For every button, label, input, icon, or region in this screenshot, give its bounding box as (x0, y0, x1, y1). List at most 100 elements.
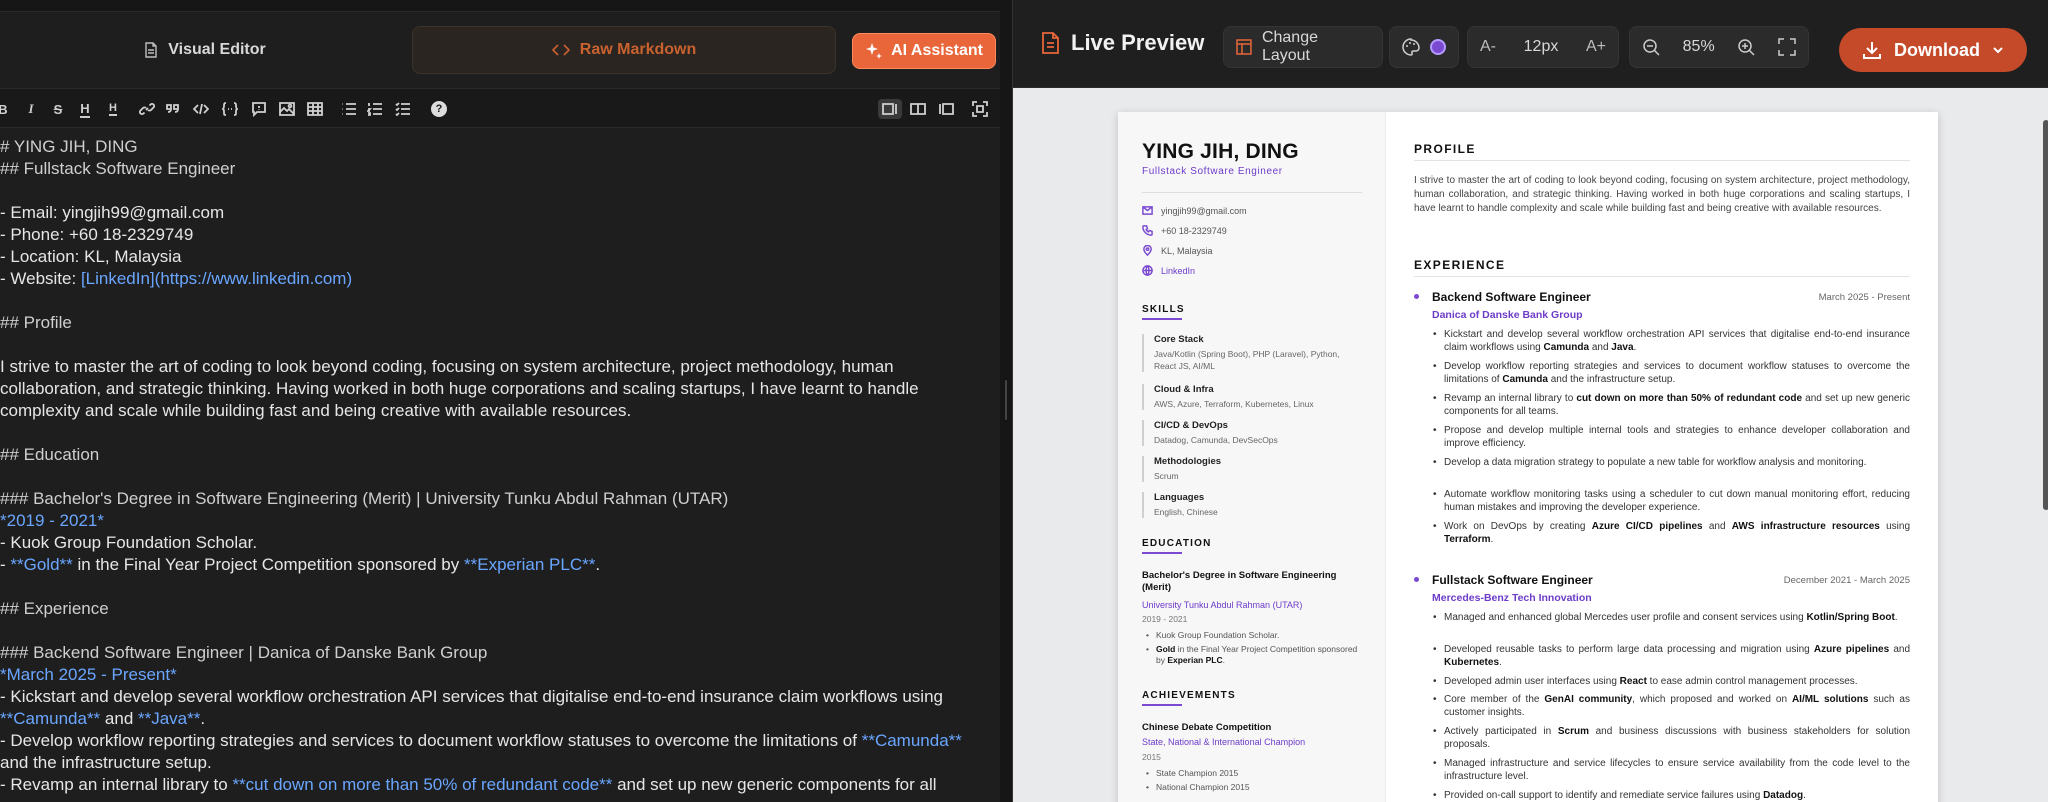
md-line: complexity and scale while building fast… (0, 401, 632, 420)
skill-values: AWS, Azure, Terraform, Kubernetes, Linux (1154, 399, 1314, 409)
skill-values: Java/Kotlin (Spring Boot), PHP (Laravel)… (1154, 349, 1340, 371)
contact-email-text: yingjih99@gmail.com (1161, 205, 1247, 216)
resume-name: YING JIH, DING (1142, 140, 1299, 163)
job-bullet: Core member of the GenAI community, whic… (1433, 693, 1910, 719)
job-company: Mercedes-Benz Tech Innovation (1432, 592, 1592, 604)
md-line: - Kuok Group Foundation Scholar. (0, 533, 258, 552)
font-decrease-button[interactable]: A- (1480, 38, 1496, 56)
code-button[interactable] (192, 99, 210, 119)
achievement-bullet: National Champion 2015 (1146, 782, 1362, 793)
divider (1414, 160, 1910, 161)
edu-bold: Gold (1156, 644, 1176, 654)
bullet-text: Work on DevOps by creating (1444, 521, 1592, 532)
preview-pane: Live Preview Change Layout A- 12px A+ 85… (1012, 0, 2048, 802)
heading-underline (1142, 552, 1182, 554)
link-button[interactable] (138, 99, 156, 119)
quote-button[interactable] (164, 99, 182, 119)
skill-group: Methodologies Scrum (1142, 456, 1362, 482)
md-text: - Revamp an internal library to (0, 775, 233, 794)
edu-text: . (1222, 655, 1225, 665)
bullet-bold: Kotlin/Spring Boot (1806, 612, 1895, 623)
heading-smaller-button[interactable]: H (104, 99, 122, 119)
preview-scrollbar[interactable] (2043, 120, 2048, 510)
fit-screen-icon[interactable] (1778, 38, 1796, 56)
checklist-icon (395, 102, 410, 117)
divider (1142, 192, 1362, 193)
help-button[interactable]: ? (430, 99, 448, 119)
font-size-control: A- 12px A+ (1467, 26, 1619, 68)
italic-button[interactable]: I (24, 99, 38, 119)
change-layout-button[interactable]: Change Layout (1223, 26, 1383, 68)
bullet-text: and (1589, 342, 1612, 353)
markdown-toolbar: B I S H H ? (0, 88, 1000, 128)
editor-only-view-button[interactable] (878, 99, 902, 119)
code-block-button[interactable] (220, 99, 240, 119)
bullet-text: and (1702, 521, 1732, 532)
bullet-bold: Azure CI/CD pipelines (1591, 521, 1703, 532)
numbered-list-button[interactable] (366, 99, 384, 119)
table-button[interactable] (306, 99, 324, 119)
theme-color-button[interactable] (1389, 26, 1459, 68)
tab-visual-editor[interactable]: Visual Editor (0, 26, 410, 74)
strike-label: S (53, 101, 63, 117)
job-bullet: Kickstart and develop several workflow o… (1433, 328, 1910, 354)
preview-only-icon (939, 103, 954, 115)
zoom-value: 85% (1682, 38, 1715, 55)
resize-grip-icon (1005, 380, 1007, 420)
editor-pane: Visual Editor Raw Markdown AI Assistant … (0, 0, 1000, 802)
job-bullet: Managed and enhanced global Mercedes use… (1433, 611, 1910, 624)
bullet-bold: cut down on more than 50% of redundant c… (1576, 393, 1803, 404)
zoom-in-icon[interactable] (1737, 38, 1755, 56)
preview-only-view-button[interactable] (934, 99, 958, 119)
md-text: in the Final Year Project Competition sp… (72, 555, 464, 574)
comment-button[interactable] (250, 99, 268, 119)
fullscreen-icon (972, 101, 988, 117)
md-bold: **Experian PLC** (464, 555, 596, 574)
skills-heading: SKILLS (1142, 304, 1185, 315)
bullet-text: . (1490, 534, 1494, 545)
md-line: - Website: [LinkedIn](https://www.linked… (0, 268, 352, 290)
education-school: University Tunku Abdul Rahman (UTAR) (1142, 600, 1303, 610)
contact-location-text: KL, Malaysia (1161, 245, 1213, 256)
md-line: ## Experience (0, 599, 109, 618)
job-dates: December 2021 - March 2025 (1783, 575, 1910, 586)
strikethrough-button[interactable]: S (50, 99, 66, 119)
ai-assistant-button[interactable]: AI Assistant (852, 33, 996, 69)
zoom-out-icon[interactable] (1642, 38, 1660, 56)
bullet-text: Provided on-call support to identify and… (1444, 790, 1764, 801)
preview-toolbar: Live Preview Change Layout A- 12px A+ 85… (1013, 0, 2048, 88)
md-line: *March 2025 - Present* (0, 665, 177, 684)
tab-raw-markdown[interactable]: Raw Markdown (412, 26, 836, 74)
pane-resize-handle[interactable] (1000, 0, 1012, 802)
bullet-text: to ease admin control management process… (1646, 676, 1858, 687)
image-button[interactable] (278, 99, 296, 119)
bullet-bold: Datadog (1763, 790, 1804, 801)
md-text: - Website: (0, 269, 81, 288)
fullscreen-button[interactable] (968, 99, 992, 119)
split-view-button[interactable] (906, 99, 930, 119)
chevron-down-icon (1993, 47, 2003, 54)
code-icon (193, 103, 209, 115)
task-list-button[interactable] (394, 99, 412, 119)
bullet-list-button[interactable] (340, 99, 358, 119)
resume-sidebar: YING JIH, DING Fullstack Software Engine… (1118, 112, 1386, 802)
education-bullet: Kuok Group Foundation Scholar. (1146, 630, 1362, 641)
md-line: - Kickstart and develop several workflow… (0, 687, 943, 706)
markdown-textarea[interactable]: # YING JIH, DING ## Fullstack Software E… (0, 136, 1000, 802)
bullet-text: . (1803, 790, 1806, 801)
heading-button[interactable]: H (76, 99, 94, 119)
md-line: - Phone: +60 18-2329749 (0, 225, 194, 244)
bullet-text: . (1894, 612, 1898, 623)
contact-website[interactable]: LinkedIn (1142, 265, 1195, 276)
download-button[interactable]: Download (1839, 28, 2027, 72)
job-title: Fullstack Software Engineer (1432, 573, 1593, 587)
document-icon (145, 42, 157, 58)
job-company: Danica of Danske Bank Group (1432, 309, 1583, 321)
skill-values: Datadog, Camunda, DevSecOps (1154, 435, 1278, 445)
bold-button[interactable]: B (0, 99, 10, 119)
editor-mode-bar: Visual Editor Raw Markdown AI Assistant (0, 24, 1000, 76)
font-increase-button[interactable]: A+ (1586, 38, 1606, 56)
contact-website-text: LinkedIn (1161, 265, 1196, 276)
md-line: - Develop workflow reporting strategies … (0, 730, 962, 752)
heading-underline (1142, 704, 1182, 706)
